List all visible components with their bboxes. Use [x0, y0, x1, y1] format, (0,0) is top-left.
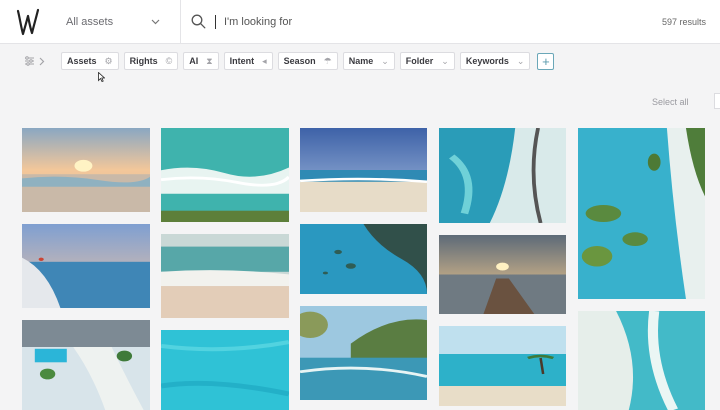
filter-chip-label: Keywords	[465, 56, 509, 66]
filter-chip-label: Season	[283, 56, 316, 66]
chevron-down-icon	[151, 19, 160, 24]
chevron-right-icon	[39, 57, 45, 65]
copyright-icon: ©	[165, 56, 173, 66]
filter-chip-ai[interactable]: AI ⧗	[183, 52, 219, 70]
sliders-icon	[25, 56, 34, 66]
top-bar: All assets 597 results	[0, 0, 720, 44]
mouse-cursor-icon	[98, 69, 106, 83]
filter-panel-toggle[interactable]	[24, 56, 45, 66]
filter-chip-name[interactable]: Name ⌄	[342, 52, 395, 70]
asset-thumbnail-aerial-clear-water[interactable]	[161, 330, 289, 410]
search-input[interactable]	[224, 15, 584, 28]
select-all-button[interactable]: Select all	[652, 97, 689, 107]
asset-thumbnail-resort-aerial-pool[interactable]	[22, 320, 150, 410]
results-count: 597 results	[661, 16, 706, 27]
asset-thumbnail-calm-beach-shore[interactable]	[161, 234, 289, 318]
search-icon[interactable]	[191, 14, 206, 29]
filter-chip-folder[interactable]: Folder ⌄	[399, 52, 455, 70]
asset-thumbnail-cliff-sea-horizon[interactable]	[22, 224, 150, 308]
view-toggle-button[interactable]	[714, 93, 720, 109]
ai-hourglass-icon: ⧗	[206, 55, 213, 66]
asset-thumbnail-aerial-turquoise-surf[interactable]	[161, 128, 289, 222]
chevron-down-icon: ⌄	[441, 55, 449, 66]
chevron-down-icon: ⌄	[381, 55, 389, 66]
add-filter-button[interactable]: +	[537, 52, 555, 70]
asset-thumbnail-aerial-sandbar[interactable]	[578, 311, 705, 410]
filter-chip-label: Assets	[67, 56, 97, 66]
asset-thumbnail-aerial-islands-lagoon[interactable]	[578, 128, 705, 299]
filter-chip-label: Rights	[129, 56, 158, 66]
filter-chip-label: Intent	[229, 56, 255, 66]
library-select[interactable]: All assets	[56, 0, 181, 44]
filter-chip-keywords[interactable]: Keywords ⌄	[459, 52, 531, 70]
filter-chip-label: AI	[189, 56, 199, 66]
search-area	[181, 0, 662, 44]
filter-chip-season[interactable]: Season ☂	[277, 52, 338, 70]
library-select-label: All assets	[66, 15, 114, 28]
asset-thumbnail-beach-blue-sky[interactable]	[300, 128, 427, 212]
asset-thumbnail-green-hill-bay[interactable]	[300, 306, 427, 400]
logo-icon	[16, 8, 40, 35]
asset-thumbnail-aerial-reef-water[interactable]	[300, 224, 427, 294]
filter-bar: Assets ⚙ Rights © AI ⧗ Intent ◂ Season ☂ Name ⌄ Fold…	[0, 45, 720, 77]
megaphone-icon: ◂	[262, 55, 267, 66]
asset-thumbnail-tropical-beach-horizon[interactable]	[439, 326, 566, 406]
asset-thumbnail-wooden-pier-sunset[interactable]	[439, 235, 566, 314]
weather-icon: ☂	[323, 55, 332, 66]
asset-thumbnail-aerial-road-lagoon[interactable]	[439, 128, 566, 223]
filter-chip-assets[interactable]: Assets ⚙	[61, 52, 119, 70]
filter-chip-intent[interactable]: Intent ◂	[223, 52, 273, 70]
gear-icon: ⚙	[104, 55, 113, 66]
chevron-down-icon: ⌄	[516, 55, 525, 66]
brand-logo[interactable]	[0, 0, 56, 44]
asset-thumbnail-sunset-beach-waves[interactable]	[22, 128, 150, 212]
filter-chip-rights[interactable]: Rights ©	[123, 52, 179, 70]
filter-chip-label: Folder	[405, 56, 434, 66]
filter-chip-label: Name	[348, 56, 374, 66]
